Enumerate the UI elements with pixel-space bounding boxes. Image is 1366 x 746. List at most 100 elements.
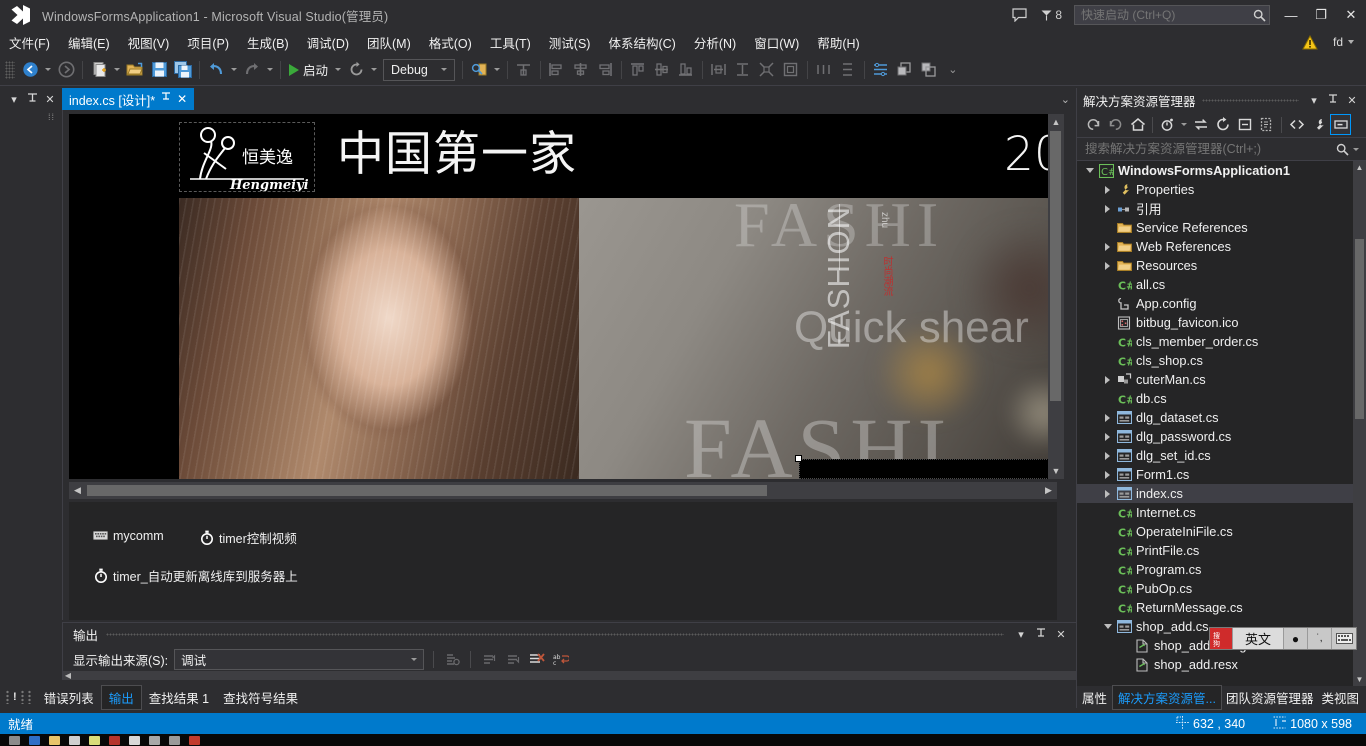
taskbar-explorer-icon[interactable]: [49, 735, 60, 745]
logo-picturebox[interactable]: 恒美逸 Hengmeiyi: [179, 122, 315, 192]
close-icon[interactable]: ✕: [42, 91, 58, 107]
chevron-right-icon[interactable]: [1101, 261, 1114, 270]
chevron-right-icon[interactable]: [1101, 413, 1114, 422]
restore-button[interactable]: ❐: [1306, 0, 1336, 30]
menu-item-project[interactable]: 项目(P): [178, 30, 238, 55]
menu-item-view[interactable]: 视图(V): [119, 30, 179, 55]
menu-item-analyze[interactable]: 分析(N): [685, 30, 745, 55]
make-same-width-icon[interactable]: [707, 58, 731, 82]
tree-node[interactable]: C# PrintFile.cs: [1077, 541, 1354, 560]
form-designer-surface[interactable]: 恒美逸 Hengmeiyi 中国第一家 20 FASHI FASHI FASHI…: [62, 110, 1076, 620]
navigate-back-icon[interactable]: [18, 58, 42, 82]
tree-node[interactable]: C# ReturnMessage.cs: [1077, 598, 1354, 617]
selection-handle[interactable]: [795, 455, 802, 462]
punctuation-icon[interactable]: ˙,: [1308, 628, 1332, 649]
scrollbar-thumb[interactable]: [87, 485, 767, 496]
component-timer-video[interactable]: timer控制视频: [199, 528, 297, 547]
pin-icon[interactable]: [161, 92, 171, 106]
close-icon[interactable]: ✕: [177, 92, 187, 106]
save-icon[interactable]: [147, 58, 171, 82]
tree-node[interactable]: dlg_dataset.cs: [1077, 408, 1354, 427]
solution-explorer-search[interactable]: [1077, 138, 1366, 161]
find-chevron-down-icon[interactable]: [493, 68, 500, 71]
chevron-down-icon[interactable]: ▾: [1012, 625, 1030, 643]
bottom-tab-output[interactable]: 输出: [100, 684, 142, 710]
ime-logo-icon[interactable]: 搜狗: [1210, 628, 1232, 649]
undo-icon[interactable]: [204, 58, 228, 82]
taskbar-media-icon[interactable]: [149, 735, 160, 745]
align-tops-icon[interactable]: [626, 58, 650, 82]
menu-item-file[interactable]: 文件(F): [0, 30, 59, 55]
user-account-button[interactable]: fd: [1325, 35, 1362, 49]
chevron-right-icon[interactable]: [1101, 432, 1114, 441]
tree-node[interactable]: C# WindowsFormsApplication1: [1077, 161, 1354, 180]
chevron-right-icon[interactable]: [1101, 185, 1114, 194]
scrollbar-thumb[interactable]: [1355, 239, 1364, 419]
navigate-forward-icon[interactable]: [54, 58, 78, 82]
close-icon[interactable]: ✕: [1343, 91, 1361, 109]
component-tray[interactable]: mycomm timer控制视频 timer_自动更新离线库到服务器上: [69, 502, 1057, 620]
bottom-tab-find-symbol[interactable]: 查找符号结果: [216, 686, 305, 709]
tree-node[interactable]: C# PubOp.cs: [1077, 579, 1354, 598]
solution-search-input[interactable]: [1081, 142, 1334, 156]
taskbar-browser-icon[interactable]: [29, 735, 40, 745]
drag-handle[interactable]: [106, 623, 1004, 645]
tree-node[interactable]: Service References: [1077, 218, 1354, 237]
tree-node[interactable]: Properties: [1077, 180, 1354, 199]
warning-triangle-icon[interactable]: [1299, 34, 1321, 50]
go-to-next-icon[interactable]: [504, 650, 522, 668]
minimize-button[interactable]: —: [1276, 0, 1306, 30]
tree-node[interactable]: Resources: [1077, 256, 1354, 275]
preview-selected-items-icon[interactable]: [1330, 114, 1351, 135]
make-same-height-icon[interactable]: [731, 58, 755, 82]
close-button[interactable]: ✕: [1336, 0, 1366, 30]
tree-node[interactable]: cuterMan.cs: [1077, 370, 1354, 389]
right-tab-class-view[interactable]: 类视图: [1317, 686, 1363, 709]
find-message-icon[interactable]: [443, 650, 461, 668]
output-source-dropdown[interactable]: 调试: [174, 648, 425, 670]
component-mycomm[interactable]: mycomm: [93, 528, 164, 543]
taskbar-app-icon[interactable]: [69, 735, 80, 745]
home-icon[interactable]: [1127, 114, 1148, 135]
horizontal-spacing-icon[interactable]: [812, 58, 836, 82]
chevron-right-icon[interactable]: [1101, 204, 1114, 213]
tree-node[interactable]: C# Program.cs: [1077, 560, 1354, 579]
pin-icon[interactable]: [1324, 91, 1342, 109]
chevron-right-icon[interactable]: [1101, 451, 1114, 460]
forward-icon[interactable]: [1105, 114, 1126, 135]
show-all-files-icon[interactable]: [1256, 114, 1277, 135]
align-bottoms-icon[interactable]: [674, 58, 698, 82]
tab-index-cs-designer[interactable]: index.cs [设计]* ✕: [62, 88, 195, 110]
collapse-all-icon[interactable]: [1234, 114, 1255, 135]
tree-node[interactable]: index.cs: [1077, 484, 1354, 503]
scroll-left-arrow-icon[interactable]: ◀: [69, 482, 86, 499]
tree-node[interactable]: C# cls_shop.cs: [1077, 351, 1354, 370]
clear-all-icon[interactable]: [528, 650, 546, 668]
back-history-chevron-down-icon[interactable]: [45, 68, 51, 71]
menu-item-architecture[interactable]: 体系结构(C): [599, 30, 684, 55]
drag-handle[interactable]: [1201, 88, 1299, 112]
align-centers-icon[interactable]: [569, 58, 593, 82]
chevron-down-icon[interactable]: ▾: [6, 91, 22, 107]
chevron-right-icon[interactable]: [1101, 375, 1114, 384]
tree-node[interactable]: 引用: [1077, 199, 1354, 218]
new-project-chevron-down-icon[interactable]: [114, 68, 120, 71]
scroll-left-arrow-icon[interactable]: ◀: [63, 671, 73, 680]
tree-node[interactable]: bitbug_favicon.ico: [1077, 313, 1354, 332]
right-tab-properties[interactable]: 属性: [1077, 686, 1112, 709]
menu-item-help[interactable]: 帮助(H): [808, 30, 868, 55]
scrollbar-thumb[interactable]: [1050, 131, 1061, 401]
menu-item-edit[interactable]: 编辑(E): [59, 30, 119, 55]
menu-item-team[interactable]: 团队(M): [358, 30, 420, 55]
ime-language-bar[interactable]: 搜狗 英文 ● ˙,: [1209, 627, 1357, 650]
right-tab-solution-explorer[interactable]: 解决方案资源管...: [1112, 684, 1222, 710]
video-control-strip[interactable]: [799, 459, 1057, 479]
feedback-speech-bubble-icon[interactable]: [1004, 0, 1034, 30]
redo-icon[interactable]: [240, 58, 264, 82]
toolbox-collapsed-handle[interactable]: ⁞⁞: [48, 112, 55, 122]
menu-item-tools[interactable]: 工具(T): [481, 30, 540, 55]
menu-item-window[interactable]: 窗口(W): [745, 30, 808, 55]
sync-with-active-document-icon[interactable]: [1190, 114, 1211, 135]
chevron-down-icon[interactable]: [1350, 147, 1362, 151]
align-middles-icon[interactable]: [650, 58, 674, 82]
